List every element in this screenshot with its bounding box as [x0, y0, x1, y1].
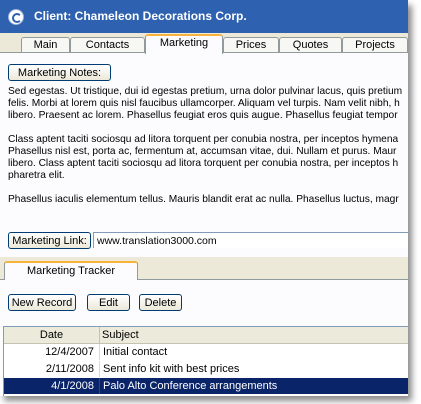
tracker-grid: Date Subject 12/4/2007 Initial contact 2…	[3, 326, 408, 396]
row-date: 4/1/2008	[51, 380, 94, 392]
notes-line: Phasellus iaculis elementum tellus. Maur…	[8, 194, 399, 205]
notes-line: libero. Praesent ac lorem. Phasellus feu…	[8, 110, 398, 121]
marketing-link-field[interactable]: www.translation3000.com	[93, 232, 408, 248]
notes-paragraph: Sed egestas. Ut tristique, dui id egesta…	[8, 86, 408, 122]
tracker-panel: New Record Edit Delete Date Subject 12/4…	[0, 280, 408, 396]
client-window: Client: Chameleon Decorations Corp. Main…	[0, 0, 408, 396]
marketing-link-button[interactable]: Marketing Link:	[8, 232, 91, 249]
table-row[interactable]: 2/11/2008 Sent info kit with best prices	[4, 361, 408, 377]
row-date: 2/11/2008	[45, 363, 94, 375]
table-row[interactable]: 12/4/2007 Initial contact	[4, 344, 408, 360]
delete-button[interactable]: Delete	[139, 294, 182, 311]
app-logo-icon	[8, 9, 24, 25]
tab-contacts[interactable]: Contacts	[70, 37, 145, 53]
tab-projects[interactable]: Projects	[342, 37, 408, 53]
marketing-notes-text[interactable]: Sed egestas. Ut tristique, dui id egesta…	[8, 86, 408, 236]
marketing-panel: Marketing Notes: Sed egestas. Ut tristiq…	[0, 53, 408, 396]
tab-prices[interactable]: Prices	[223, 37, 279, 53]
tab-marketing[interactable]: Marketing	[145, 34, 223, 54]
notes-line: Class aptent taciti sociosqu ad litora t…	[8, 134, 399, 145]
notes-line: pharetra elit.	[8, 170, 65, 181]
row-subject: Palo Alto Conference arrangements	[103, 380, 278, 392]
row-divider	[99, 378, 100, 394]
title-bar[interactable]: Client: Chameleon Decorations Corp.	[0, 0, 408, 33]
row-subject: Initial contact	[103, 346, 168, 358]
row-date: 12/4/2007	[45, 346, 94, 358]
marketing-tracker: Marketing Tracker New Record Edit Delete…	[0, 257, 408, 396]
notes-line: Sed egestas. Ut tristique, dui id egesta…	[8, 86, 403, 97]
tab-marketing-tracker[interactable]: Marketing Tracker	[4, 261, 138, 280]
window-title: Client: Chameleon Decorations Corp.	[34, 9, 247, 23]
tab-strip: Main Contacts Marketing Prices Quotes Pr…	[0, 33, 408, 54]
notes-line: libero. Class aptent taciti sociosqu ad …	[8, 158, 399, 169]
row-divider	[99, 361, 100, 377]
column-header-date[interactable]: Date	[4, 327, 100, 343]
grid-header: Date Subject	[4, 327, 408, 344]
table-row-selected[interactable]: 4/1/2008 Palo Alto Conference arrangemen…	[4, 378, 408, 394]
edit-button[interactable]: Edit	[87, 294, 130, 311]
new-record-button[interactable]: New Record	[8, 294, 76, 311]
row-subject: Sent info kit with best prices	[103, 363, 240, 375]
notes-paragraph: Class aptent taciti sociosqu ad litora t…	[8, 134, 408, 182]
notes-paragraph: Phasellus iaculis elementum tellus. Maur…	[8, 194, 408, 206]
notes-line: felis. Morbi at lorem quis nisl faucibus…	[8, 98, 400, 109]
tab-quotes[interactable]: Quotes	[279, 37, 342, 53]
tab-main[interactable]: Main	[21, 37, 70, 53]
marketing-notes-button[interactable]: Marketing Notes:	[8, 64, 111, 81]
column-header-subject[interactable]: Subject	[100, 327, 408, 343]
notes-line: Phasellus nisl est, porta ac, fermentum …	[8, 146, 397, 157]
row-divider	[99, 344, 100, 360]
